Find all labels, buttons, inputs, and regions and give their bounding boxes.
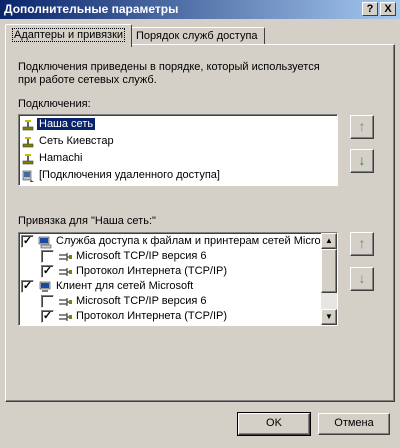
bindings-tree[interactable]: ✓ Служба доступа к файлам и принтерам сет… [18,232,338,326]
connections-list[interactable]: Наша сеть Сеть Киевстар Hamachi [Подключени… [18,114,338,186]
binding-label: Протокол Интернета (TCP/IP) [76,310,228,322]
connection-item[interactable]: Hamachi [21,151,335,167]
connection-label: Наша сеть [37,118,96,130]
move-binding-down-button[interactable]: ↓ [350,267,374,291]
help-button[interactable]: ? [362,2,378,16]
scroll-up-arrow-icon[interactable]: ▲ [321,233,337,249]
binding-label: Служба доступа к файлам и принтерам сете… [56,235,338,247]
ok-button[interactable]: OK [238,413,310,435]
tab-label: Порядок служб доступа [136,30,258,42]
binding-checkbox[interactable] [41,250,54,263]
binding-protocol-item[interactable]: ✓ Протокол Интернета (TCP/IP) [19,264,319,280]
protocol-icon [58,310,72,324]
file-printer-sharing-icon [38,235,52,249]
window-title: Дополнительные параметры [4,2,179,16]
binding-protocol-item[interactable]: Microsoft TCP/IP версия 6 [19,249,319,265]
tab-adapters-bindings[interactable]: Адаптеры и привязки [5,24,133,47]
tab-panel: Подключения приведены в порядке, который… [5,44,395,402]
connection-label: Сеть Киевстар [39,135,114,147]
binding-service-item[interactable]: ✓ Служба доступа к файлам и принтерам сет… [19,234,337,250]
bindings-scrollbar[interactable]: ▲ ▼ [321,233,337,325]
binding-label: Клиент для сетей Microsoft [56,280,194,292]
dialup-connection-icon [21,169,35,183]
network-adapter-icon [21,152,35,166]
tab-service-order[interactable]: Порядок служб доступа [129,27,265,45]
scroll-down-arrow-icon[interactable]: ▼ [321,309,337,325]
close-button[interactable]: X [380,2,396,16]
binding-checkbox[interactable]: ✓ [41,265,54,278]
binding-label: Microsoft TCP/IP версия 6 [76,250,207,262]
connection-item[interactable]: Сеть Киевстар [21,134,335,150]
connection-label: Hamachi [39,152,83,164]
tab-label: Адаптеры и привязки [12,28,126,42]
connections-label: Подключения: [18,98,91,110]
network-client-icon [38,280,52,294]
bindings-label: Привязка для "Наша сеть:" [18,215,156,227]
binding-label: Протокол Интернета (TCP/IP) [76,265,228,277]
binding-service-item[interactable]: ✓ Клиент для сетей Microsoft [19,279,319,295]
scroll-thumb[interactable] [321,249,337,293]
description-line-2: при работе сетевых служб. [18,74,157,86]
binding-protocol-item[interactable]: ✓ Протокол Интернета (TCP/IP) [19,309,319,325]
move-connection-down-button[interactable]: ↓ [350,149,374,173]
cancel-button[interactable]: Отмена [318,413,390,435]
move-connection-up-button[interactable]: ↑ [350,115,374,139]
title-bar: Дополнительные параметры ? X [0,0,400,19]
network-adapter-icon [21,135,35,149]
binding-label: Microsoft TCP/IP версия 6 [76,295,207,307]
protocol-icon [58,250,72,264]
connection-label: [Подключения удаленного доступа] [39,169,220,181]
description-line-1: Подключения приведены в порядке, который… [18,61,320,73]
connection-item[interactable]: Наша сеть [21,117,335,133]
binding-checkbox[interactable]: ✓ [21,235,34,248]
protocol-icon [58,295,72,309]
connection-item[interactable]: [Подключения удаленного доступа] [21,168,335,184]
network-adapter-icon [21,118,35,132]
binding-checkbox[interactable]: ✓ [41,310,54,323]
protocol-icon [58,265,72,279]
binding-protocol-item[interactable]: Microsoft TCP/IP версия 6 [19,294,319,310]
move-binding-up-button[interactable]: ↑ [350,232,374,256]
binding-checkbox[interactable] [41,295,54,308]
binding-checkbox[interactable]: ✓ [21,280,34,293]
